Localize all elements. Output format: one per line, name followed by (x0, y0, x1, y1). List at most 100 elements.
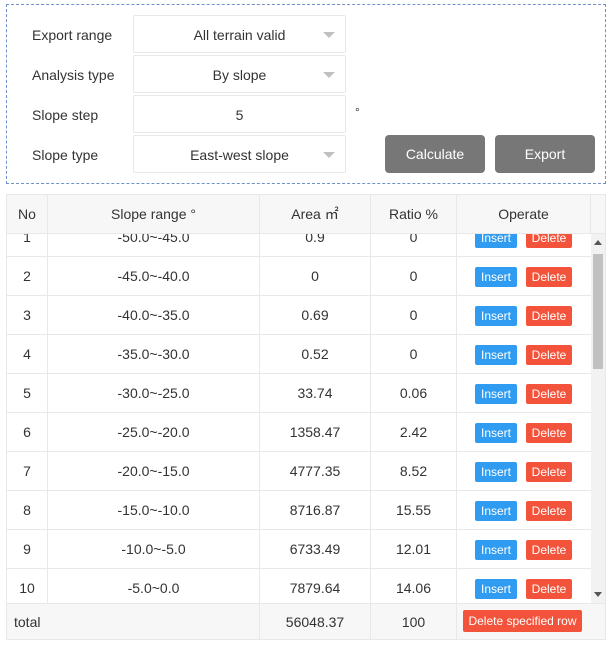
export-range-value: All terrain valid (193, 27, 286, 43)
table-row: 1 -50.0~-45.0 0.9 0 Insert Delete (7, 234, 591, 257)
analysis-type-select[interactable]: By slope (133, 55, 346, 93)
analysis-type-label: Analysis type (32, 67, 115, 83)
slope-type-value: East-west slope (190, 147, 289, 163)
insert-button[interactable]: Insert (475, 306, 517, 326)
header-operate: Operate (457, 195, 591, 234)
row-area-cell: 6733.49 (260, 530, 371, 569)
table-row: 10 -5.0~0.0 7879.64 14.06 Insert Delete (7, 569, 591, 603)
delete-button[interactable]: Delete (526, 234, 572, 248)
row-ratio-cell: 14.06 (371, 569, 457, 603)
row-range-cell: -40.0~-35.0 (48, 296, 260, 335)
insert-button[interactable]: Insert (475, 540, 517, 560)
insert-button[interactable]: Insert (475, 579, 517, 599)
row-operate-cell: Insert Delete (457, 296, 591, 335)
insert-button[interactable]: Insert (475, 345, 517, 365)
row-range-cell: -50.0~-45.0 (48, 234, 260, 257)
row-no: 9 (23, 541, 31, 557)
row-ratio: 0 (409, 307, 418, 323)
export-range-select[interactable]: All terrain valid (133, 15, 346, 53)
row-ratio-cell: 0 (371, 234, 457, 257)
row-no: 1 (23, 234, 31, 245)
row-ratio: 0.06 (399, 385, 428, 401)
row-slope-range: -25.0~-20.0 (117, 424, 190, 440)
row-ratio-cell: 0 (371, 257, 457, 296)
row-area-cell: 7879.64 (260, 569, 371, 603)
insert-button[interactable]: Insert (475, 462, 517, 482)
calculate-button[interactable]: Calculate (385, 135, 485, 173)
row-ratio: 2.42 (399, 424, 428, 440)
row-ratio-cell: 15.55 (371, 491, 457, 530)
insert-button[interactable]: Insert (475, 234, 517, 248)
slope-table: No Slope range ° Area ㎡ Ratio % Operate … (6, 194, 606, 640)
scrollbar-thumb[interactable] (593, 254, 603, 369)
table-row: 6 -25.0~-20.0 1358.47 2.42 Insert Delete (7, 413, 591, 452)
row-area: 0.69 (301, 307, 329, 323)
row-no-cell: 8 (7, 491, 48, 530)
delete-specified-row-button[interactable]: Delete specified row (463, 610, 582, 632)
row-no-cell: 5 (7, 374, 48, 413)
row-no: 4 (23, 346, 31, 362)
table-row: 3 -40.0~-35.0 0.69 0 Insert Delete (7, 296, 591, 335)
row-slope-range: -45.0~-40.0 (117, 268, 190, 284)
row-area: 0.52 (301, 346, 329, 362)
row-range-cell: -15.0~-10.0 (48, 491, 260, 530)
row-area-cell: 0.69 (260, 296, 371, 335)
footer-total-ratio: 100 (371, 604, 457, 640)
row-slope-range: -10.0~-5.0 (121, 541, 186, 557)
row-no-cell: 9 (7, 530, 48, 569)
row-no: 2 (23, 268, 31, 284)
table-header: No Slope range ° Area ㎡ Ratio % Operate (7, 195, 605, 234)
delete-button[interactable]: Delete (526, 267, 572, 287)
delete-button[interactable]: Delete (526, 579, 572, 599)
row-area-cell: 0.9 (260, 234, 371, 257)
row-range-cell: -30.0~-25.0 (48, 374, 260, 413)
slope-type-select[interactable]: East-west slope (133, 135, 346, 173)
row-slope-range: -20.0~-15.0 (117, 463, 190, 479)
scroll-down-arrow-icon[interactable] (594, 592, 602, 597)
row-area: 33.74 (297, 385, 333, 401)
row-area: 1358.47 (289, 424, 341, 440)
row-no-cell: 10 (7, 569, 48, 603)
row-slope-range: -15.0~-10.0 (117, 502, 190, 518)
delete-button[interactable]: Delete (526, 462, 572, 482)
scroll-up-arrow-icon[interactable] (594, 240, 602, 245)
row-area-cell: 4777.35 (260, 452, 371, 491)
row-range-cell: -45.0~-40.0 (48, 257, 260, 296)
row-ratio-cell: 12.01 (371, 530, 457, 569)
export-range-label: Export range (32, 27, 113, 43)
row-operate-cell: Insert Delete (457, 569, 591, 603)
slope-step-value: 5 (235, 107, 244, 123)
insert-button[interactable]: Insert (475, 501, 517, 521)
table-scrollbar[interactable] (591, 234, 605, 603)
delete-button[interactable]: Delete (526, 540, 572, 560)
table-row: 8 -15.0~-10.0 8716.87 15.55 Insert Delet… (7, 491, 591, 530)
delete-button[interactable]: Delete (526, 345, 572, 365)
slope-type-label: Slope type (32, 147, 99, 163)
row-no: 3 (23, 307, 31, 323)
row-ratio: 0 (409, 268, 418, 284)
row-no: 5 (23, 385, 31, 401)
delete-button[interactable]: Delete (526, 306, 572, 326)
row-area: 8716.87 (289, 502, 341, 518)
export-settings-panel: Export range All terrain valid Analysis … (6, 4, 606, 184)
insert-button[interactable]: Insert (475, 267, 517, 287)
table-body[interactable]: 1 -50.0~-45.0 0.9 0 Insert Delete 2 -45.… (7, 234, 591, 603)
insert-button[interactable]: Insert (475, 384, 517, 404)
row-no: 7 (23, 463, 31, 479)
row-area: 0 (311, 268, 319, 284)
row-ratio: 0 (409, 234, 418, 245)
insert-button[interactable]: Insert (475, 423, 517, 443)
row-slope-range: -5.0~0.0 (127, 580, 180, 596)
row-no-cell: 3 (7, 296, 48, 335)
export-button[interactable]: Export (495, 135, 595, 173)
delete-button[interactable]: Delete (526, 501, 572, 521)
row-area: 4777.35 (289, 463, 341, 479)
row-area-cell: 1358.47 (260, 413, 371, 452)
row-no: 6 (23, 424, 31, 440)
delete-button[interactable]: Delete (526, 423, 572, 443)
slope-step-input[interactable]: 5 (133, 95, 346, 133)
row-area: 6733.49 (289, 541, 341, 557)
row-no-cell: 7 (7, 452, 48, 491)
table-row: 2 -45.0~-40.0 0 0 Insert Delete (7, 257, 591, 296)
delete-button[interactable]: Delete (526, 384, 572, 404)
